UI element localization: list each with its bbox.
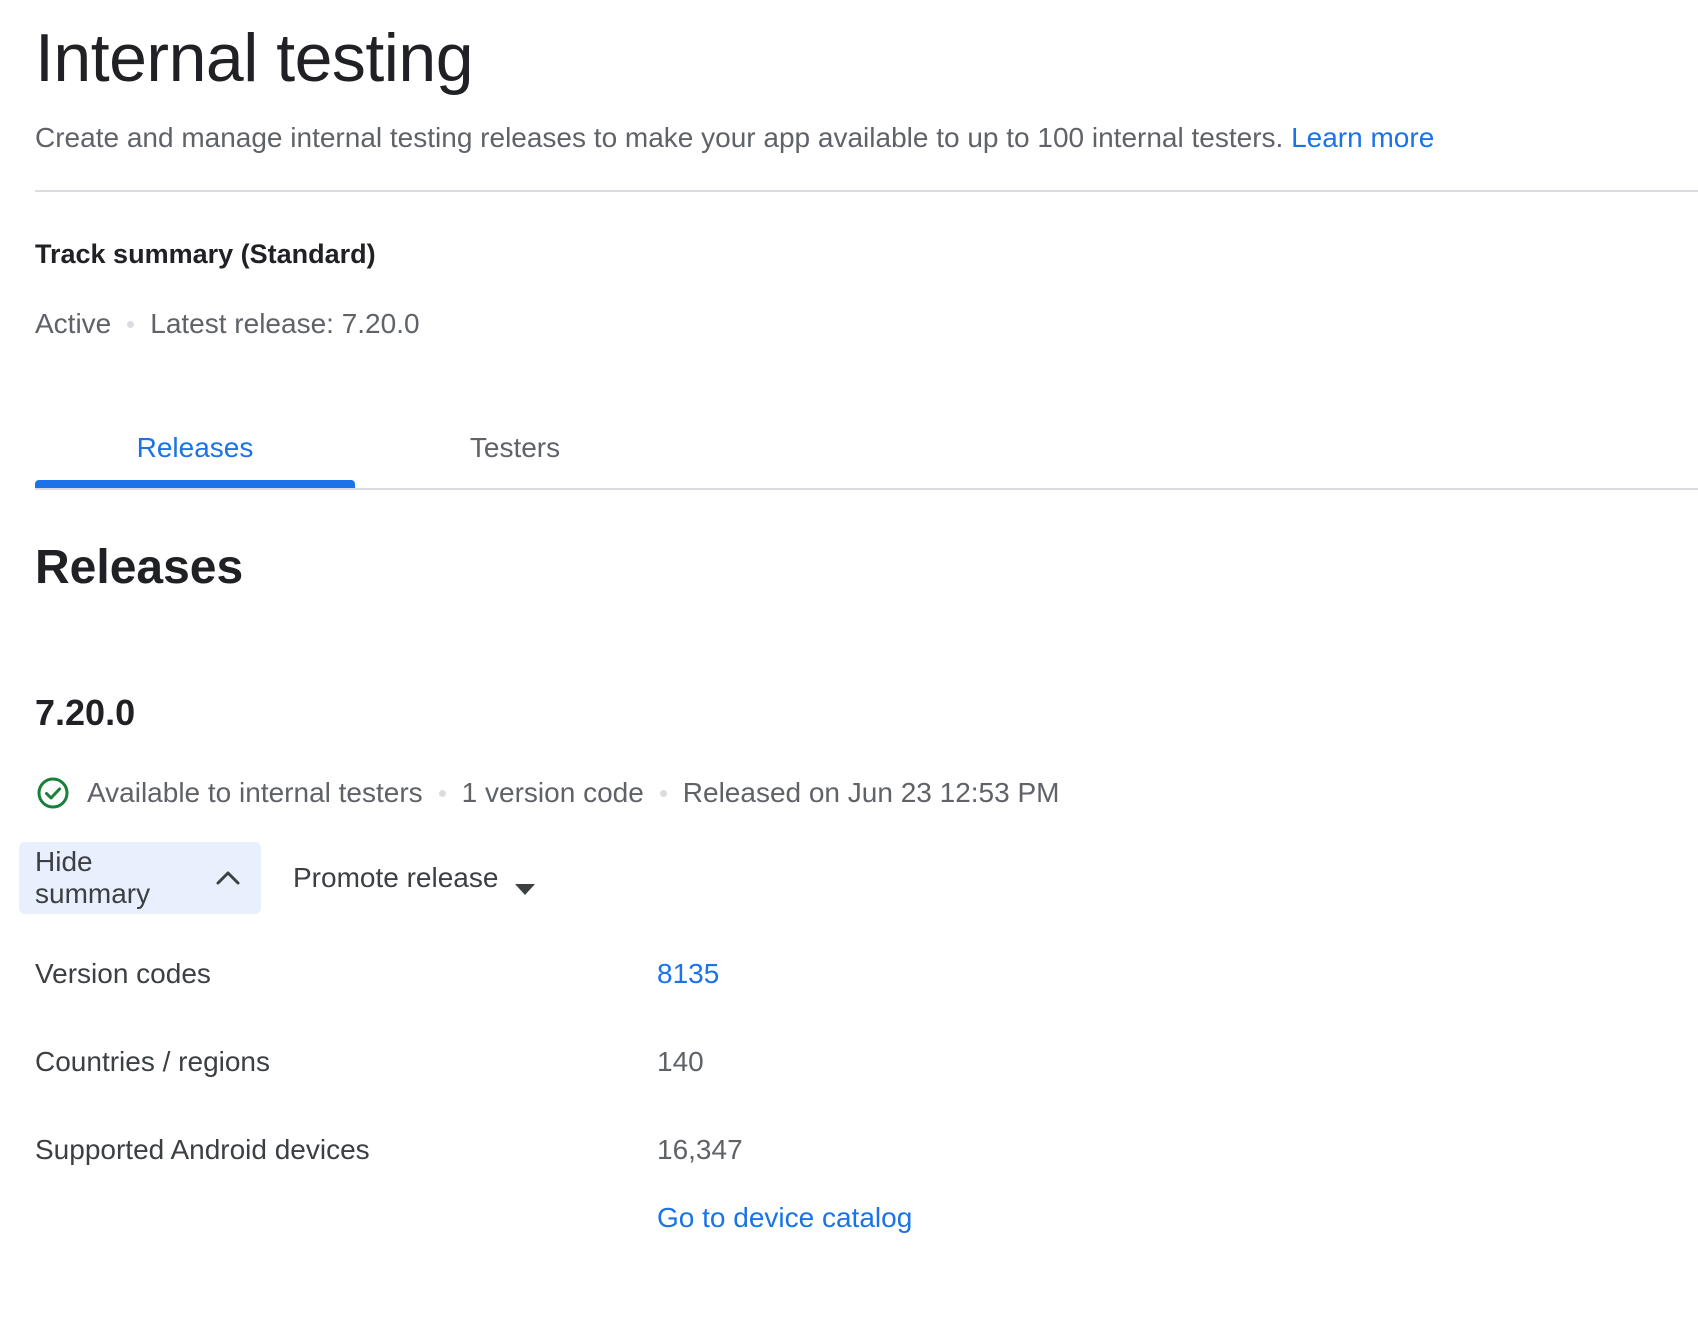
tab-bar: Releases Testers xyxy=(35,410,1698,490)
active-tab-indicator xyxy=(35,480,355,488)
release-version: 7.20.0 xyxy=(35,692,136,733)
track-status: Active xyxy=(35,308,112,339)
chevron-up-icon xyxy=(215,865,241,891)
summary-row-countries: Countries / regions 140 xyxy=(35,1040,1235,1084)
version-codes-label: Version codes xyxy=(35,958,211,989)
page-description: Create and manage internal testing relea… xyxy=(35,118,1434,158)
caret-down-icon xyxy=(514,871,536,895)
promote-release-button[interactable]: Promote release xyxy=(293,842,536,914)
devices-value: 16,347 xyxy=(657,1134,743,1165)
track-summary-meta: Active Latest release: 7.20.0 xyxy=(35,304,420,344)
internal-testing-page: Internal testing Create and manage inter… xyxy=(0,0,1698,1324)
learn-more-link[interactable]: Learn more xyxy=(1291,122,1434,153)
page-title: Internal testing xyxy=(35,20,474,96)
hide-summary-label: Hide summary xyxy=(35,846,151,909)
countries-label: Countries / regions xyxy=(35,1046,271,1077)
tab-releases[interactable]: Releases xyxy=(35,410,355,488)
summary-row-version-codes: Version codes 8135 xyxy=(35,952,1235,996)
latest-release: Latest release: 7.20.0 xyxy=(150,308,420,339)
hide-summary-button[interactable]: Hide summary xyxy=(19,842,261,914)
device-catalog-link[interactable]: Go to device catalog xyxy=(657,1196,912,1240)
release-version-code-count: 1 version code xyxy=(461,777,644,808)
separator-dot xyxy=(127,320,135,328)
devices-label: Supported Android devices xyxy=(35,1134,370,1165)
version-code-link[interactable]: 8135 xyxy=(657,952,719,996)
check-circle-icon xyxy=(35,775,71,811)
summary-row-device-catalog: Go to device catalog xyxy=(35,1196,1235,1240)
release-date: Released on Jun 23 12:53 PM xyxy=(682,777,1060,808)
tab-bar-divider xyxy=(35,488,1698,490)
release-actions: Hide summary Promote release xyxy=(19,842,536,914)
header-divider xyxy=(35,190,1698,192)
countries-value: 140 xyxy=(657,1046,704,1077)
track-summary-title: Track summary (Standard) xyxy=(35,239,376,269)
page-description-text: Create and manage internal testing relea… xyxy=(35,122,1284,153)
promote-release-label: Promote release xyxy=(293,862,499,893)
release-meta: Available to internal testers 1 version … xyxy=(35,773,1059,813)
tab-testers[interactable]: Testers xyxy=(355,410,675,488)
summary-row-devices: Supported Android devices 16,347 xyxy=(35,1128,1235,1172)
separator-dot xyxy=(438,789,446,797)
separator-dot xyxy=(659,789,667,797)
releases-section-title: Releases xyxy=(35,541,244,594)
release-availability: Available to internal testers xyxy=(87,777,423,808)
